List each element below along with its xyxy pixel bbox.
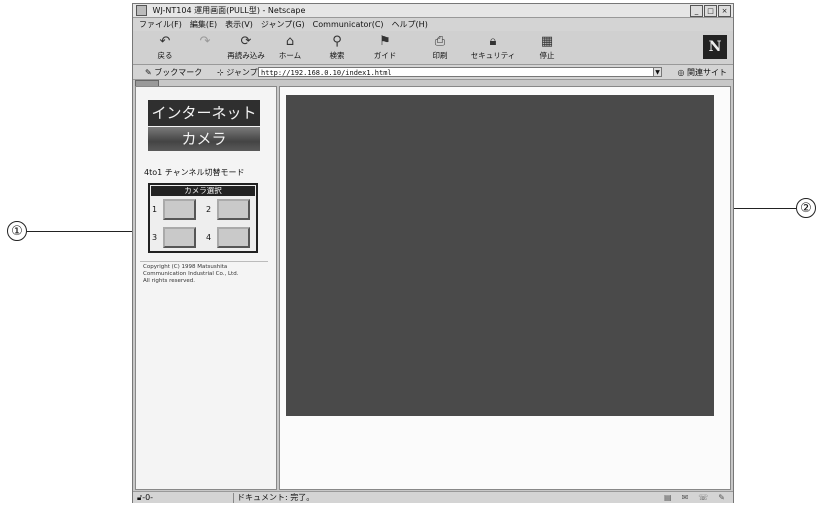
camera-select-panel: カメラ選択 1 2 3 4 xyxy=(148,183,258,253)
back-button[interactable]: ↶ 戻る xyxy=(143,34,187,61)
menu-go[interactable]: ジャンプ(G) xyxy=(261,18,305,31)
maximize-button[interactable]: □ xyxy=(704,5,717,17)
reload-icon: ⟳ xyxy=(240,34,252,49)
mail-icon[interactable]: ✉ xyxy=(682,492,689,504)
search-button[interactable]: ⚲ 検索 xyxy=(315,34,359,61)
related-sites-button[interactable]: ◎ 関連サイト xyxy=(677,65,727,80)
composer-icon[interactable]: ✎ xyxy=(718,492,725,504)
camera-3-button[interactable] xyxy=(163,227,196,248)
divider xyxy=(140,261,268,262)
menu-view[interactable]: 表示(V) xyxy=(225,18,253,31)
camera-video-display xyxy=(286,95,714,416)
browser-window: WJ-NT104 運用画面(PULL型) - Netscape _ □ × ファ… xyxy=(132,3,734,503)
callout-1: ① xyxy=(7,221,139,241)
discussion-icon[interactable]: ☏ xyxy=(698,492,708,504)
guide-label: ガイド xyxy=(373,51,397,60)
related-label: 関連サイト xyxy=(687,68,727,77)
chevron-down-icon: ▼ xyxy=(655,69,660,76)
copyright-text: Copyright (C) 1998 Matsushita Communicat… xyxy=(143,264,239,284)
camera-4: 4 xyxy=(204,225,256,251)
location-icon: ⊹ xyxy=(217,68,224,77)
print-label: 印刷 xyxy=(432,51,448,60)
window-title: WJ-NT104 運用画面(PULL型) - Netscape xyxy=(152,6,306,15)
right-frame xyxy=(279,86,731,490)
stop-label: 停止 xyxy=(539,51,555,60)
forward-button[interactable]: ↷ xyxy=(183,34,227,50)
title-bar: WJ-NT104 運用画面(PULL型) - Netscape _ □ × xyxy=(133,4,733,18)
minimize-button[interactable]: _ xyxy=(690,5,703,17)
status-separator xyxy=(233,493,234,503)
component-bar: ▤ ✉ ☏ ✎ xyxy=(664,492,725,504)
back-icon: ↶ xyxy=(159,34,171,49)
security-status: 🔓︎-0- xyxy=(137,492,153,504)
bookmark-icon: ✎ xyxy=(145,68,152,77)
print-icon: ⎙ xyxy=(434,34,446,49)
logo-camera: カメラ xyxy=(148,127,260,151)
camera-2: 2 xyxy=(204,197,256,223)
home-label: ホーム xyxy=(278,51,302,60)
location-toolbar: ✎ ブックマーク ⊹ ジャンプ先 http://192.168.0.10/ind… xyxy=(133,65,733,80)
guide-button[interactable]: ⚑ ガイド xyxy=(363,34,407,61)
menu-edit[interactable]: 編集(E) xyxy=(190,18,217,31)
forward-icon: ↷ xyxy=(199,34,211,49)
stop-icon: ▦ xyxy=(540,34,554,49)
guide-icon: ⚑ xyxy=(379,34,391,49)
camera-2-button[interactable] xyxy=(217,199,250,220)
search-label: 検索 xyxy=(329,51,345,60)
camera-3-number: 3 xyxy=(152,233,158,242)
menu-file[interactable]: ファイル(F) xyxy=(139,18,182,31)
print-button[interactable]: ⎙ 印刷 xyxy=(418,34,462,61)
camera-1-number: 1 xyxy=(152,205,158,214)
navigation-toolbar: ↶ 戻る ↷ ⟳ 再読み込み ⌂ ホーム ⚲ 検索 ⚑ ガイド ⎙ 印刷 🔒︎ xyxy=(133,31,733,65)
status-message: ドキュメント: 完了。 xyxy=(237,493,315,502)
navigator-icon[interactable]: ▤ xyxy=(664,492,672,504)
security-icon: 🔒︎ xyxy=(489,34,497,49)
camera-1: 1 xyxy=(150,197,202,223)
home-button[interactable]: ⌂ ホーム xyxy=(268,34,312,61)
mode-label: 4to1 チャンネル切替モード xyxy=(144,168,245,177)
search-icon: ⚲ xyxy=(332,34,342,49)
callout-1-leader-line xyxy=(27,230,139,232)
url-input[interactable]: http://192.168.0.10/index1.html xyxy=(258,67,658,77)
security-label: セキュリティ xyxy=(470,51,516,60)
close-button[interactable]: × xyxy=(718,5,731,17)
camera-3: 3 xyxy=(150,225,202,251)
stop-button[interactable]: ▦ 停止 xyxy=(525,34,569,61)
bookmarks-button[interactable]: ✎ ブックマーク xyxy=(145,65,202,80)
menu-bar: ファイル(F) 編集(E) 表示(V) ジャンプ(G) Communicator… xyxy=(133,18,733,31)
camera-1-button[interactable] xyxy=(163,199,196,220)
security-status-text: -0- xyxy=(142,493,154,502)
bookmarks-label: ブックマーク xyxy=(154,68,203,77)
menu-help[interactable]: ヘルプ(H) xyxy=(392,18,428,31)
camera-4-number: 4 xyxy=(206,233,212,242)
security-button[interactable]: 🔒︎ セキュリティ xyxy=(467,34,519,61)
home-icon: ⌂ xyxy=(285,34,295,49)
reload-button[interactable]: ⟳ 再読み込み xyxy=(224,34,268,61)
camera-select-title: カメラ選択 xyxy=(151,186,255,196)
callout-2-number: ② xyxy=(796,198,816,218)
url-dropdown-button[interactable]: ▼ xyxy=(653,67,662,77)
left-frame: インターネット カメラ 4to1 チャンネル切替モード カメラ選択 1 2 3 … xyxy=(135,86,277,490)
reload-label: 再読み込み xyxy=(227,51,265,60)
callout-1-number: ① xyxy=(7,221,27,241)
netscape-logo: N xyxy=(703,35,727,59)
camera-2-number: 2 xyxy=(206,205,212,214)
app-icon xyxy=(136,5,147,16)
back-label: 戻る xyxy=(157,51,173,60)
status-bar: 🔓︎-0- ドキュメント: 完了。 ▤ ✉ ☏ ✎ xyxy=(133,491,733,503)
menu-communicator[interactable]: Communicator(C) xyxy=(313,18,384,31)
related-icon: ◎ xyxy=(677,68,685,77)
camera-4-button[interactable] xyxy=(217,227,250,248)
logo-internet: インターネット xyxy=(148,100,260,126)
